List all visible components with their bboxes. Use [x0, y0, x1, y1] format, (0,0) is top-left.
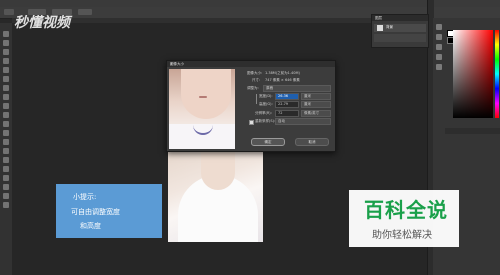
menu-bar [0, 0, 500, 7]
tool-preset-button[interactable] [4, 9, 14, 15]
height-input[interactable]: 22.79 [275, 101, 299, 108]
close-icon[interactable]: × [170, 61, 333, 67]
image-size-dialog: 图像大小 × 图像大小: 1.38M(之前为1.40M) 尺寸: 747 像素 … [166, 60, 336, 152]
layers-panel: 图层 背景 [371, 14, 429, 48]
image-size-label: 图像大小: [247, 71, 263, 75]
photo-neck [201, 150, 235, 190]
dimensions-label: 尺寸: [252, 78, 261, 82]
height-value: 22.79 [278, 102, 289, 106]
eraser-tool-icon[interactable] [3, 121, 9, 127]
width-unit: 厘米 [304, 94, 311, 98]
fit-to-label: 调整为: [247, 86, 259, 90]
history-brush-tool-icon[interactable] [3, 112, 9, 118]
resolution-unit: 像素/英寸 [304, 111, 320, 115]
height-unit-dropdown[interactable]: 厘米 [301, 101, 331, 108]
layers-panel-header: 图层 [372, 15, 428, 21]
hue-slider[interactable] [495, 30, 499, 118]
fit-to-dropdown[interactable]: 原稿 [263, 85, 331, 92]
adjustments-panel-tabs[interactable] [445, 128, 500, 134]
brand-subtitle: 助你轻松解决 [372, 230, 432, 241]
zoom-tool-icon[interactable] [3, 202, 9, 208]
properties-panel-icon[interactable] [436, 34, 442, 40]
tip-box: 小提示: 可自由调整宽度 和高度 [56, 184, 162, 238]
layer-row[interactable]: 背景 [374, 24, 426, 32]
color-picker-field[interactable] [453, 30, 493, 118]
stamp-tool-icon[interactable] [3, 103, 9, 109]
move-tool-icon[interactable] [3, 31, 9, 37]
cancel-button[interactable]: 取消 [295, 138, 329, 146]
type-tool-icon[interactable] [3, 166, 9, 172]
width-unit-dropdown[interactable]: 厘米 [301, 93, 331, 100]
shape-tool-icon[interactable] [3, 184, 9, 190]
tip-line: 和高度 [80, 222, 101, 230]
pen-tool-icon[interactable] [3, 157, 9, 163]
character-panel-icon[interactable] [436, 44, 442, 50]
preview-face [181, 69, 231, 119]
history-panel-icon[interactable] [436, 24, 442, 30]
lasso-tool-icon[interactable] [3, 49, 9, 55]
eyedropper-tool-icon[interactable] [3, 76, 9, 82]
width-value: 26.36 [278, 94, 289, 98]
width-label: 宽度(D): [259, 94, 273, 98]
brand-badge: 百科全说 助你轻松解决 [349, 190, 459, 247]
tip-line: 可自由调整宽度 [71, 208, 120, 216]
video-watermark: 秒懂视频 [14, 15, 70, 31]
layer-thumbnail [377, 25, 383, 31]
tip-title: 小提示: [73, 193, 97, 201]
resample-dropdown[interactable]: 自动 [275, 118, 331, 125]
image-preview[interactable] [169, 69, 235, 149]
options-field[interactable] [78, 9, 92, 15]
resolution-label: 分辨率(R): [255, 111, 272, 115]
marquee-tool-icon[interactable] [3, 40, 9, 46]
ok-button[interactable]: 确定 [251, 138, 285, 146]
crop-tool-icon[interactable] [3, 67, 9, 73]
path-select-tool-icon[interactable] [3, 175, 9, 181]
dodge-tool-icon[interactable] [3, 148, 9, 154]
brush-tool-icon[interactable] [3, 94, 9, 100]
brush-panel-icon[interactable] [436, 64, 442, 70]
canvas-photo [168, 150, 263, 242]
fit-to-value: 原稿 [266, 86, 273, 90]
resolution-input[interactable]: 72 [275, 110, 299, 117]
width-input[interactable]: 26.36 [275, 93, 299, 100]
brand-title: 百科全说 [364, 198, 448, 222]
layers-panel-title: 图层 [375, 16, 382, 20]
healing-tool-icon[interactable] [3, 85, 9, 91]
height-unit: 厘米 [304, 102, 311, 106]
hand-tool-icon[interactable] [3, 193, 9, 199]
layer-row[interactable] [374, 34, 426, 42]
dialog-titlebar[interactable]: 图像大小 × [167, 61, 335, 67]
gradient-tool-icon[interactable] [3, 130, 9, 136]
preview-mouth [199, 96, 207, 98]
resample-label: 重新采样(S): [255, 119, 276, 123]
resolution-unit-dropdown[interactable]: 像素/英寸 [301, 110, 331, 117]
image-size-value: 1.38M(之前为1.40M) [265, 71, 300, 75]
dimensions-value: 747 像素 × 646 像素 [265, 78, 300, 82]
paragraph-panel-icon[interactable] [436, 54, 442, 60]
quick-select-tool-icon[interactable] [3, 58, 9, 64]
resample-checkbox[interactable] [249, 120, 254, 125]
height-label: 高度(G): [259, 102, 273, 106]
blur-tool-icon[interactable] [3, 139, 9, 145]
resample-value: 自动 [278, 119, 285, 123]
resolution-value: 72 [278, 111, 283, 115]
layer-name: 背景 [386, 25, 393, 29]
